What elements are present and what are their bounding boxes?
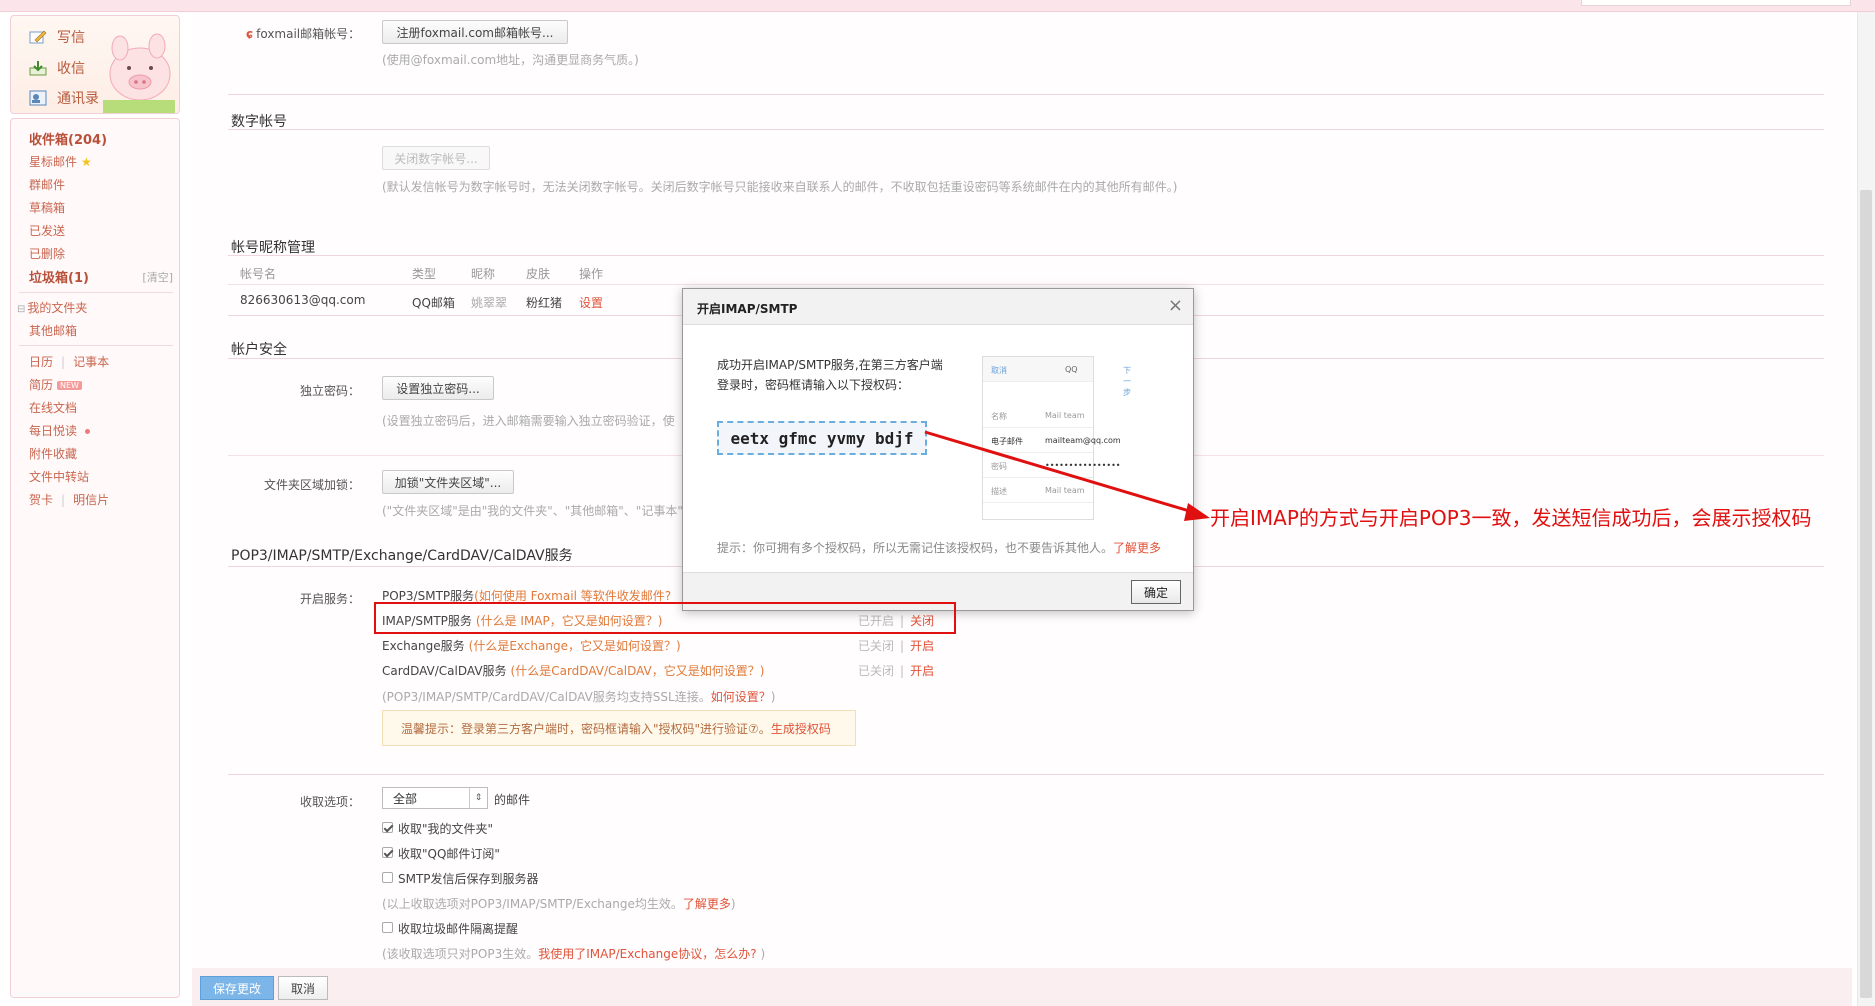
annotation-text: 开启IMAP的方式与开启POP3一致，发送短信成功后，会展示授权码	[1210, 506, 1812, 530]
annotation-arrow-icon	[924, 430, 1210, 521]
